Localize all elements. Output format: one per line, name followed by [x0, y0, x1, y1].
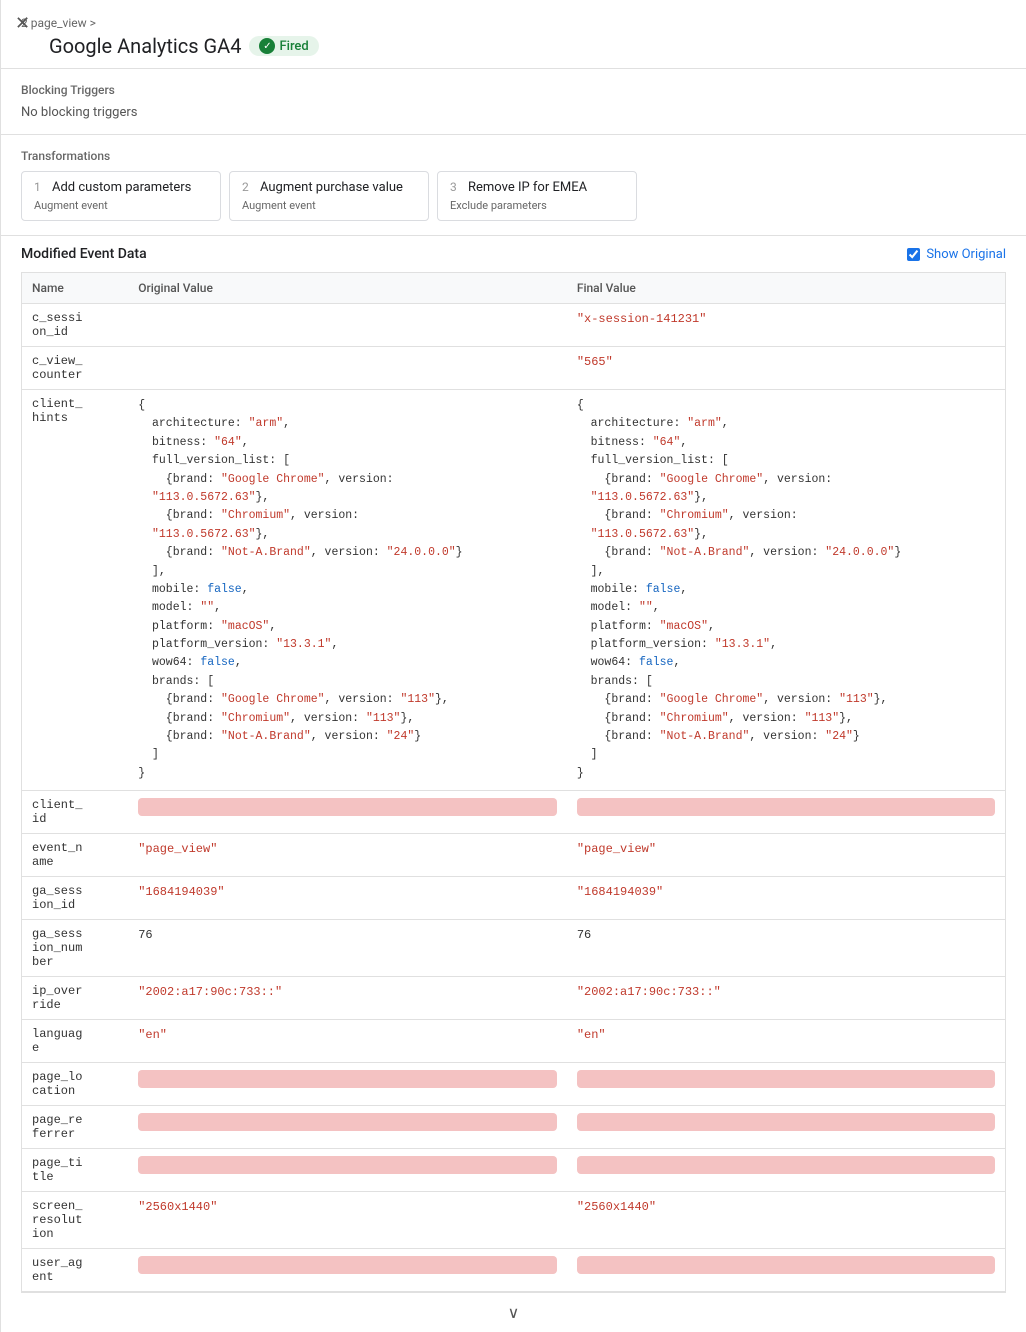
- row-final-value: { architecture: "arm", bitness: "64", fu…: [567, 390, 1006, 791]
- table-row: ga_sess ion_num ber7676: [22, 920, 1006, 977]
- table-row: c_sessi on_id "x-session-141231": [22, 304, 1006, 347]
- transformations-grid: 1 Add custom parameters Augment event 2 …: [21, 171, 1006, 221]
- row-original-value: [128, 347, 567, 390]
- transform-type-3: Exclude parameters: [450, 199, 624, 212]
- page-title: Google Analytics GA4: [49, 34, 241, 58]
- row-name: ga_sess ion_num ber: [22, 920, 129, 977]
- row-original-value: "1684194039": [128, 877, 567, 920]
- transform-name-3: Remove IP for EMEA: [468, 180, 587, 195]
- row-original-value: "2002:a17:90c:733::": [128, 977, 567, 1020]
- row-final-value: "565": [567, 347, 1006, 390]
- row-final-value: [567, 1149, 1006, 1192]
- check-icon: ✓: [259, 38, 275, 54]
- row-original-value: [128, 1149, 567, 1192]
- row-final-value: [567, 1249, 1006, 1292]
- row-original-value: [128, 1106, 567, 1149]
- table-row: screen_ resolut ion"2560x1440""2560x1440…: [22, 1192, 1006, 1249]
- row-final-value: [567, 1106, 1006, 1149]
- row-final-value: "1684194039": [567, 877, 1006, 920]
- row-name: page_lo cation: [22, 1063, 129, 1106]
- transform-card-1[interactable]: 1 Add custom parameters Augment event: [21, 171, 221, 221]
- show-original-toggle[interactable]: Show Original: [907, 247, 1006, 262]
- row-name: event_n ame: [22, 834, 129, 877]
- title-row: Google Analytics GA4 ✓ Fired: [21, 34, 1006, 58]
- transform-card-2[interactable]: 2 Augment purchase value Augment event: [229, 171, 429, 221]
- row-original-value: "2560x1440": [128, 1192, 567, 1249]
- row-original-value: [128, 1249, 567, 1292]
- table-header-row: Name Original Value Final Value: [22, 273, 1006, 304]
- table-row: page_ti tle: [22, 1149, 1006, 1192]
- table-row: page_lo cation: [22, 1063, 1006, 1106]
- row-final-value: "x-session-141231": [567, 304, 1006, 347]
- table-row: client_ id: [22, 791, 1006, 834]
- table-row: languag e"en""en": [22, 1020, 1006, 1063]
- row-name: screen_ resolut ion: [22, 1192, 129, 1249]
- row-final-value: [567, 791, 1006, 834]
- row-name: c_sessi on_id: [22, 304, 129, 347]
- fired-badge: ✓ Fired: [249, 36, 318, 56]
- row-final-value: 76: [567, 920, 1006, 977]
- modified-header: Modified Event Data Show Original: [21, 246, 1006, 262]
- transform-name-1: Add custom parameters: [52, 180, 191, 195]
- event-data-table: Name Original Value Final Value c_sessi …: [21, 272, 1006, 1292]
- no-blocking-triggers-text: No blocking triggers: [21, 105, 1006, 120]
- show-original-checkbox[interactable]: [907, 248, 920, 261]
- row-original-value: "en": [128, 1020, 567, 1063]
- row-final-value: "2560x1440": [567, 1192, 1006, 1249]
- modified-event-section: Modified Event Data Show Original Name O…: [1, 236, 1026, 1332]
- transform-name-2: Augment purchase value: [260, 180, 403, 195]
- row-name: c_view_ counter: [22, 347, 129, 390]
- transform-type-1: Augment event: [34, 199, 208, 212]
- row-original-value: [128, 304, 567, 347]
- row-name: user_ag ent: [22, 1249, 129, 1292]
- show-original-label-text: Show Original: [926, 247, 1006, 262]
- breadcrumb: 2 page_view >: [21, 16, 1006, 30]
- panel: ✕ 2 page_view > Google Analytics GA4 ✓ F…: [0, 0, 1026, 1332]
- col-header-original: Original Value: [128, 273, 567, 304]
- transform-num-1: 1: [34, 180, 41, 194]
- row-final-value: [567, 1063, 1006, 1106]
- close-button[interactable]: ✕: [15, 14, 30, 32]
- row-final-value: "page_view": [567, 834, 1006, 877]
- table-footer: ∨: [21, 1292, 1006, 1332]
- fired-label: Fired: [279, 39, 308, 54]
- table-row: ip_over ride"2002:a17:90c:733::""2002:a1…: [22, 977, 1006, 1020]
- transform-card-3[interactable]: 3 Remove IP for EMEA Exclude parameters: [437, 171, 637, 221]
- col-header-final: Final Value: [567, 273, 1006, 304]
- table-row: ga_sess ion_id"1684194039""1684194039": [22, 877, 1006, 920]
- transform-num-3: 3: [450, 180, 457, 194]
- table-row: page_re ferrer: [22, 1106, 1006, 1149]
- transformations-section: Transformations 1 Add custom parameters …: [1, 135, 1026, 236]
- row-name: languag e: [22, 1020, 129, 1063]
- transform-num-2: 2: [242, 180, 249, 194]
- blocking-triggers-title: Blocking Triggers: [21, 83, 1006, 97]
- col-header-name: Name: [22, 273, 129, 304]
- row-name: ip_over ride: [22, 977, 129, 1020]
- table-row: client_ hints{ architecture: "arm", bitn…: [22, 390, 1006, 791]
- row-name: page_ti tle: [22, 1149, 129, 1192]
- row-name: page_re ferrer: [22, 1106, 129, 1149]
- transform-type-2: Augment event: [242, 199, 416, 212]
- row-original-value: [128, 791, 567, 834]
- expand-icon[interactable]: ∨: [508, 1303, 520, 1322]
- header: ✕ 2 page_view > Google Analytics GA4 ✓ F…: [1, 0, 1026, 69]
- transformations-title: Transformations: [21, 149, 1006, 163]
- row-final-value: "en": [567, 1020, 1006, 1063]
- row-name: client_ id: [22, 791, 129, 834]
- table-row: event_n ame"page_view""page_view": [22, 834, 1006, 877]
- row-name: ga_sess ion_id: [22, 877, 129, 920]
- row-final-value: "2002:a17:90c:733::": [567, 977, 1006, 1020]
- row-name: client_ hints: [22, 390, 129, 791]
- modified-title: Modified Event Data: [21, 246, 147, 262]
- row-original-value: 76: [128, 920, 567, 977]
- table-row: user_ag ent: [22, 1249, 1006, 1292]
- row-original-value: { architecture: "arm", bitness: "64", fu…: [128, 390, 567, 791]
- row-original-value: [128, 1063, 567, 1106]
- table-row: c_view_ counter "565": [22, 347, 1006, 390]
- blocking-triggers-section: Blocking Triggers No blocking triggers: [1, 69, 1026, 135]
- row-original-value: "page_view": [128, 834, 567, 877]
